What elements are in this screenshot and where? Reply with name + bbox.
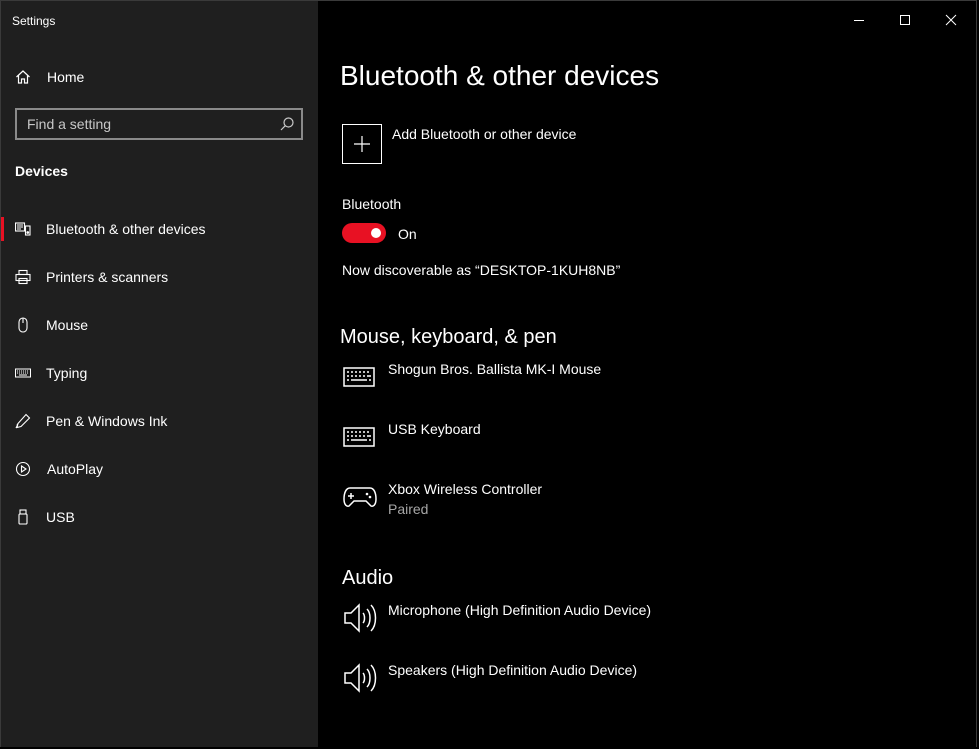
device-status: Paired xyxy=(388,501,429,517)
search-input[interactable] xyxy=(17,110,277,138)
keyboard-icon xyxy=(343,427,375,447)
sidebar-item-label: Bluetooth & other devices xyxy=(46,221,206,237)
home-icon xyxy=(15,69,31,85)
autoplay-icon xyxy=(15,461,31,477)
maximize-button[interactable] xyxy=(882,1,928,39)
device-name[interactable]: Xbox Wireless Controller xyxy=(388,481,542,497)
bluetooth-toggle[interactable] xyxy=(342,223,386,243)
sidebar-item-label: Pen & Windows Ink xyxy=(46,413,168,429)
active-indicator xyxy=(1,217,4,241)
bluetooth-label: Bluetooth xyxy=(342,196,402,212)
section-title: Devices xyxy=(15,163,68,179)
add-device-button[interactable] xyxy=(342,124,382,164)
pen-icon xyxy=(15,413,31,429)
section-audio: Audio xyxy=(342,567,394,589)
mouse-icon xyxy=(15,317,31,333)
sidebar-item-usb[interactable]: USB xyxy=(1,497,318,537)
main-content: Bluetooth & other devices Add Bluetooth … xyxy=(318,1,976,747)
device-name[interactable]: Speakers (High Definition Audio Device) xyxy=(388,662,637,678)
sidebar-item-typing[interactable]: Typing xyxy=(1,353,318,393)
sidebar-item-mouse[interactable]: Mouse xyxy=(1,305,318,345)
sidebar: Settings Home Devices Bluetooth & other … xyxy=(1,1,318,747)
sidebar-item-pen[interactable]: Pen & Windows Ink xyxy=(1,401,318,441)
sidebar-item-label: Printers & scanners xyxy=(46,269,169,285)
bluetooth-devices-icon xyxy=(15,221,31,237)
device-name[interactable]: Microphone (High Definition Audio Device… xyxy=(388,602,651,618)
bluetooth-state: On xyxy=(398,226,417,242)
gamepad-icon xyxy=(343,487,377,507)
close-button[interactable] xyxy=(928,1,974,39)
app-title: Settings xyxy=(12,14,56,28)
discoverable-text: Now discoverable as “DESKTOP-1KUH8NB” xyxy=(342,262,621,278)
sidebar-item-label: USB xyxy=(46,509,75,525)
sidebar-item-label: Mouse xyxy=(46,317,89,333)
minimize-button[interactable] xyxy=(836,1,882,39)
search-icon[interactable] xyxy=(279,116,295,132)
keyboard-icon xyxy=(15,365,31,381)
sidebar-item-label: AutoPlay xyxy=(47,461,104,477)
maximize-icon xyxy=(900,15,910,25)
speaker-icon xyxy=(344,663,377,693)
sidebar-home[interactable]: Home xyxy=(1,57,318,97)
sidebar-item-bluetooth[interactable]: Bluetooth & other devices xyxy=(1,209,318,249)
close-icon xyxy=(945,14,957,26)
keyboard-icon xyxy=(343,367,375,387)
speaker-icon xyxy=(344,603,377,633)
device-name[interactable]: Shogun Bros. Ballista MK-I Mouse xyxy=(388,361,601,377)
device-name[interactable]: USB Keyboard xyxy=(388,421,481,437)
plus-icon xyxy=(354,136,370,152)
add-device-label[interactable]: Add Bluetooth or other device xyxy=(392,126,576,142)
usb-icon xyxy=(15,509,31,525)
sidebar-item-printers[interactable]: Printers & scanners xyxy=(1,257,318,297)
toggle-knob xyxy=(371,228,381,238)
page-title: Bluetooth & other devices xyxy=(340,60,660,91)
section-mouse-keyboard-pen: Mouse, keyboard, & pen xyxy=(340,326,557,348)
search-box[interactable] xyxy=(15,108,303,140)
printer-icon xyxy=(15,269,31,285)
sidebar-home-label: Home xyxy=(47,69,85,85)
sidebar-item-autoplay[interactable]: AutoPlay xyxy=(1,449,318,489)
minimize-icon xyxy=(854,20,864,21)
sidebar-item-label: Typing xyxy=(46,365,88,381)
